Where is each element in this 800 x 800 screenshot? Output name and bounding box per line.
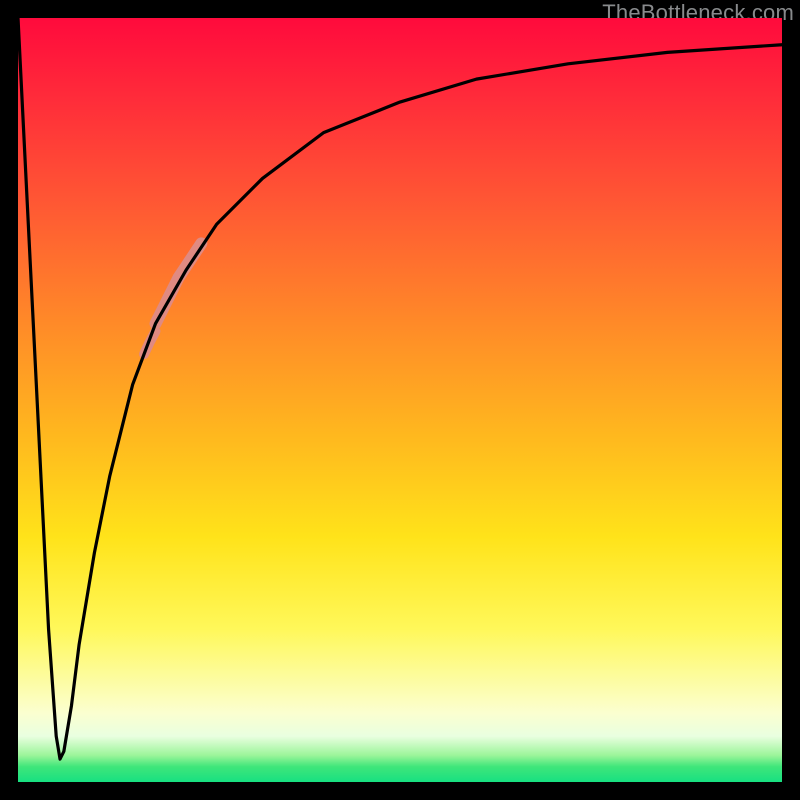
curve-group	[18, 18, 782, 759]
plot-area	[18, 18, 782, 782]
bottleneck-curve	[18, 18, 782, 759]
curve-svg	[18, 18, 782, 782]
chart-container: TheBottleneck.com	[0, 0, 800, 800]
